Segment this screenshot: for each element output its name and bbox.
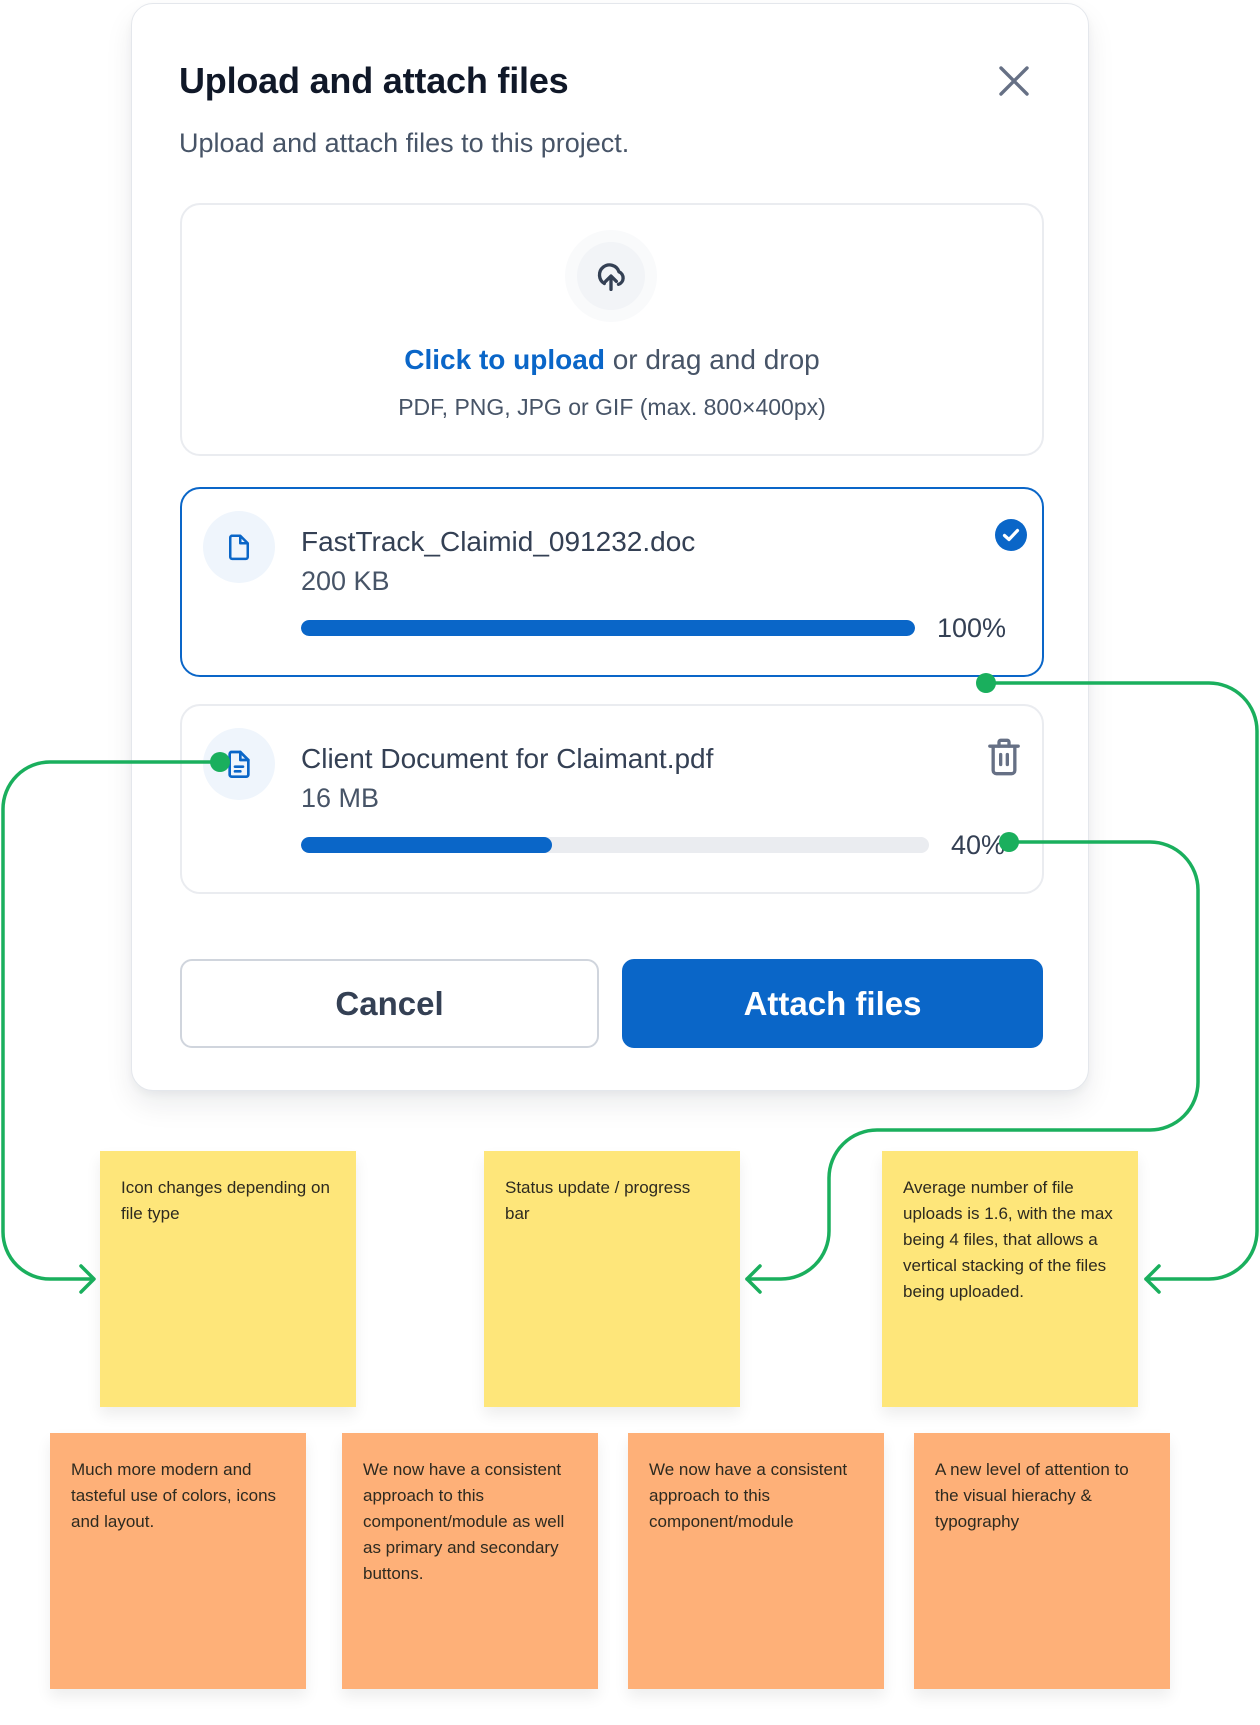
file-name: FastTrack_Claimid_091232.doc [301,526,696,557]
file-type-badge [203,728,275,800]
cancel-button[interactable]: Cancel [180,959,599,1048]
cloud-upload-icon [597,263,625,291]
progress-percent: 40% [951,830,1006,860]
sticky-note: Average number of file uploads is 1.6, w… [882,1151,1138,1407]
file-dropzone[interactable]: Click to upload or drag and drop PDF, PN… [180,203,1044,456]
click-to-upload-link[interactable]: Click to upload [404,344,605,375]
sticky-note: We now have a consistent approach to thi… [342,1433,598,1689]
file-size: 16 MB [301,783,380,813]
sticky-note: A new level of attention to the visual h… [914,1433,1170,1689]
sticky-note: Status update / progress bar [484,1151,740,1407]
progress-bar [301,837,929,853]
check-circle-icon [995,519,1027,551]
upload-dialog: Upload and attach files Upload and attac… [131,3,1089,1091]
file-item: Client Document for Claimant.pdf 16 MB 4… [180,704,1044,894]
progress-bar-fill [301,837,553,853]
arrowhead [79,1264,96,1294]
upload-icon-badge [565,230,657,322]
x-close-icon [999,66,1029,96]
file-name: Client Document for Claimant.pdf [301,743,714,774]
file-size: 200 KB [301,566,390,596]
file-item: FastTrack_Claimid_091232.doc 200 KB 100% [180,487,1044,677]
dialog-title: Upload and attach files [179,60,569,101]
sticky-note: Much more modern and tasteful use of col… [50,1433,306,1689]
file-icon [229,534,249,561]
delete-file-button[interactable] [984,736,1024,778]
file-type-badge [203,511,275,583]
file-type-hint: PDF, PNG, JPG or GIF (max. 800×400px) [398,394,826,420]
close-button[interactable] [994,61,1034,101]
progress-bar-fill [301,620,915,636]
progress-percent: 100% [937,613,1007,643]
drag-drop-text: or drag and drop [604,344,820,375]
attach-files-button[interactable]: Attach files [622,959,1043,1048]
arrowhead [1144,1264,1161,1294]
progress-bar [301,620,915,636]
sticky-note: We now have a consistent approach to thi… [628,1433,884,1689]
trash-icon [988,738,1020,776]
sticky-note: Icon changes depending on file type [100,1151,356,1407]
file-text-icon [228,750,250,778]
arrowhead [745,1264,762,1294]
dropzone-instruction: Click to upload or drag and drop [182,344,1042,376]
dialog-subtitle: Upload and attach files to this project. [179,128,630,158]
